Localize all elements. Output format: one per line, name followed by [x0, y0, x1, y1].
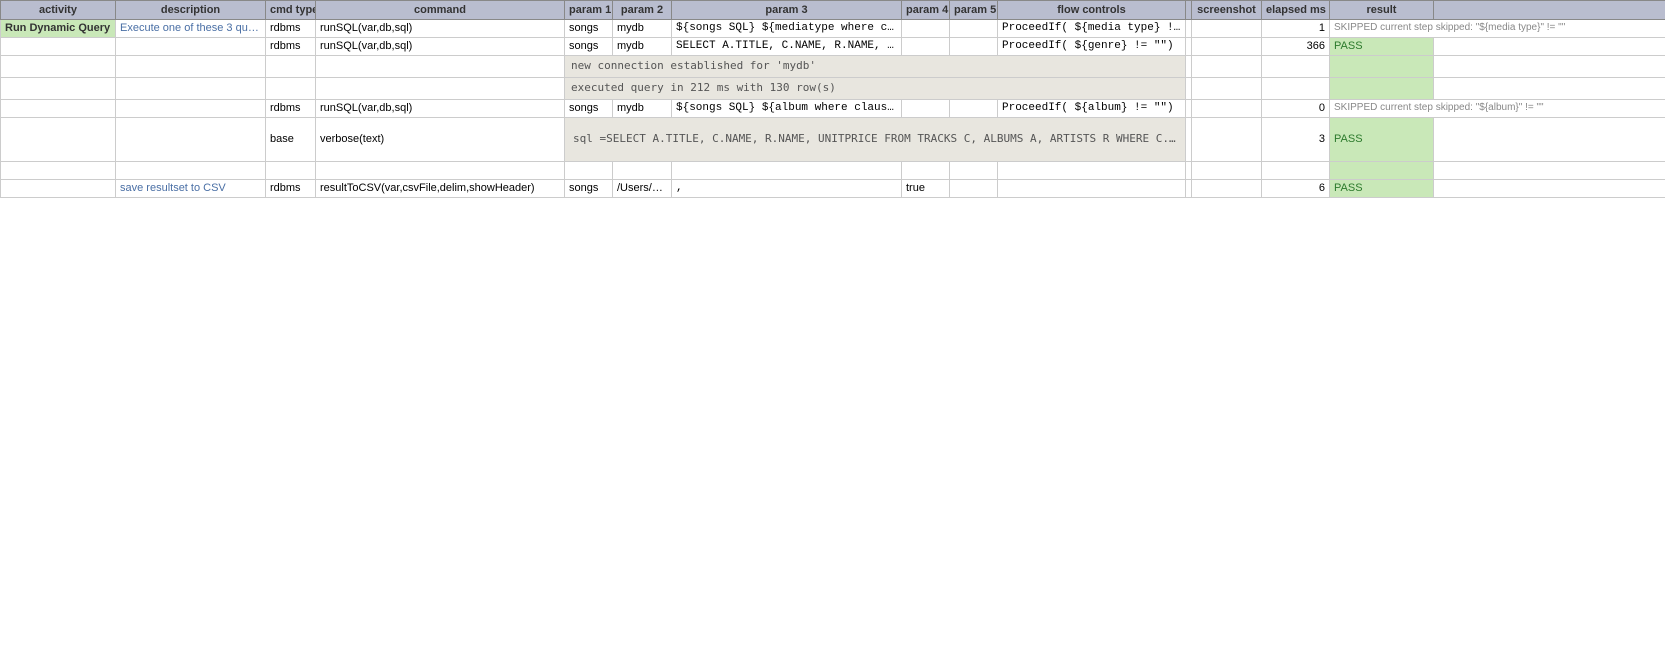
cmdtype-cell[interactable]: rdbms	[266, 179, 316, 197]
command-cell[interactable]: resultToCSV(var,csvFile,delim,showHeader…	[316, 179, 565, 197]
elapsed-cell[interactable]: 0	[1262, 99, 1330, 117]
activity-cell[interactable]	[1, 117, 116, 161]
param3-cell[interactable]: SELECT A.TITLE, C.NAME, R.NAME, UNITPRIC…	[672, 38, 902, 56]
elapsed-cell[interactable]: 3	[1262, 117, 1330, 161]
cmdtype-cell[interactable]: rdbms	[266, 38, 316, 56]
param3-cell[interactable]: ${songs SQL} ${album where clause}	[672, 99, 902, 117]
header-description[interactable]: description	[116, 1, 266, 20]
log-text: new connection established for 'mydb'	[565, 56, 1186, 78]
header-param3[interactable]: param 3	[672, 1, 902, 20]
header-cmdtype[interactable]: cmd type	[266, 1, 316, 20]
activity-cell[interactable]	[1, 38, 116, 56]
param1-cell[interactable]: songs	[565, 179, 613, 197]
results-table: activity description cmd type command pa…	[0, 0, 1665, 198]
verbose-output: sql =SELECT A.TITLE, C.NAME, R.NAME, UNI…	[565, 117, 1186, 161]
blank-row	[1, 161, 1665, 179]
flow-cell[interactable]: ProceedIf( ${album} != "")	[998, 99, 1186, 117]
table-row[interactable]: base verbose(text) sql =SELECT A.TITLE, …	[1, 117, 1665, 161]
cmdtype-cell[interactable]: base	[266, 117, 316, 161]
cmdtype-cell[interactable]: rdbms	[266, 20, 316, 38]
screenshot-cell[interactable]	[1192, 99, 1262, 117]
command-cell[interactable]: runSQL(var,db,sql)	[316, 99, 565, 117]
cmdtype-cell[interactable]: rdbms	[266, 99, 316, 117]
header-elapsed[interactable]: elapsed ms	[1262, 1, 1330, 20]
param3-cell[interactable]: ${songs SQL} ${mediatype where clause}	[672, 20, 902, 38]
description-cell[interactable]	[116, 38, 266, 56]
param1-cell[interactable]: songs	[565, 20, 613, 38]
result-cell[interactable]: SKIPPED current step skipped: "${media t…	[1330, 20, 1665, 38]
flow-cell[interactable]: ProceedIf( ${genre} != "")	[998, 38, 1186, 56]
screenshot-cell[interactable]	[1192, 20, 1262, 38]
activity-cell[interactable]: Run Dynamic Query	[1, 20, 116, 38]
param3-text: SELECT A.TITLE, C.NAME, R.NAME, UNITPRIC…	[676, 40, 902, 52]
elapsed-cell[interactable]: 6	[1262, 179, 1330, 197]
param2-cell[interactable]: mydb	[613, 38, 672, 56]
table-row[interactable]: rdbms runSQL(var,db,sql) songs mydb ${so…	[1, 99, 1665, 117]
param5-cell[interactable]	[950, 179, 998, 197]
result-cell[interactable]: SKIPPED current step skipped: "${album}"…	[1330, 99, 1665, 117]
result-cell[interactable]: PASS	[1330, 179, 1434, 197]
elapsed-cell[interactable]: 1	[1262, 20, 1330, 38]
param4-cell[interactable]: true	[902, 179, 950, 197]
command-cell[interactable]: verbose(text)	[316, 117, 565, 161]
activity-cell[interactable]	[1, 99, 116, 117]
screenshot-cell[interactable]	[1192, 179, 1262, 197]
header-param2[interactable]: param 2	[613, 1, 672, 20]
header-param4[interactable]: param 4	[902, 1, 950, 20]
param4-cell[interactable]	[902, 38, 950, 56]
screenshot-cell[interactable]	[1192, 117, 1262, 161]
param4-cell[interactable]	[902, 99, 950, 117]
flow-cell[interactable]: ProceedIf( ${media type} != "")	[998, 20, 1186, 38]
header-flow[interactable]: flow controls	[998, 1, 1186, 20]
param4-cell[interactable]	[902, 20, 950, 38]
header-result[interactable]: result	[1330, 1, 1434, 20]
extra-cell[interactable]	[1434, 38, 1665, 56]
param2-cell[interactable]: mydb	[613, 20, 672, 38]
flow-cell[interactable]	[998, 179, 1186, 197]
table-row[interactable]: Run Dynamic Query Execute one of these 3…	[1, 20, 1665, 38]
log-row: new connection established for 'mydb'	[1, 56, 1665, 78]
table-row[interactable]: save resultset to CSV rdbms resultToCSV(…	[1, 179, 1665, 197]
header-param1[interactable]: param 1	[565, 1, 613, 20]
extra-cell[interactable]	[1434, 117, 1665, 161]
log-text: executed query in 212 ms with 130 row(s)	[565, 77, 1186, 99]
param3-cell[interactable]: ,	[672, 179, 902, 197]
table-row[interactable]: rdbms runSQL(var,db,sql) songs mydb SELE…	[1, 38, 1665, 56]
command-cell[interactable]: runSQL(var,db,sql)	[316, 38, 565, 56]
elapsed-cell[interactable]: 366	[1262, 38, 1330, 56]
header-extra[interactable]	[1434, 1, 1665, 20]
table-header-row: activity description cmd type command pa…	[1, 1, 1665, 20]
result-cell[interactable]: PASS	[1330, 117, 1434, 161]
header-param5[interactable]: param 5	[950, 1, 998, 20]
description-cell[interactable]: Execute one of these 3 queries	[116, 20, 266, 38]
param2-text: /Users/ml09	[617, 182, 672, 194]
param2-cell[interactable]: mydb	[613, 99, 672, 117]
description-cell[interactable]: save resultset to CSV	[116, 179, 266, 197]
command-cell[interactable]: runSQL(var,db,sql)	[316, 20, 565, 38]
extra-cell[interactable]	[1434, 179, 1665, 197]
description-cell[interactable]	[116, 117, 266, 161]
header-command[interactable]: command	[316, 1, 565, 20]
result-cell[interactable]: PASS	[1330, 38, 1434, 56]
header-screenshot[interactable]: screenshot	[1192, 1, 1262, 20]
param5-cell[interactable]	[950, 99, 998, 117]
log-row: executed query in 212 ms with 130 row(s)	[1, 77, 1665, 99]
screenshot-cell[interactable]	[1192, 38, 1262, 56]
param1-cell[interactable]: songs	[565, 38, 613, 56]
param5-cell[interactable]	[950, 20, 998, 38]
description-cell[interactable]	[116, 99, 266, 117]
param1-cell[interactable]: songs	[565, 99, 613, 117]
param2-cell[interactable]: /Users/ml09	[613, 179, 672, 197]
activity-cell[interactable]	[1, 179, 116, 197]
param5-cell[interactable]	[950, 38, 998, 56]
header-activity[interactable]: activity	[1, 1, 116, 20]
